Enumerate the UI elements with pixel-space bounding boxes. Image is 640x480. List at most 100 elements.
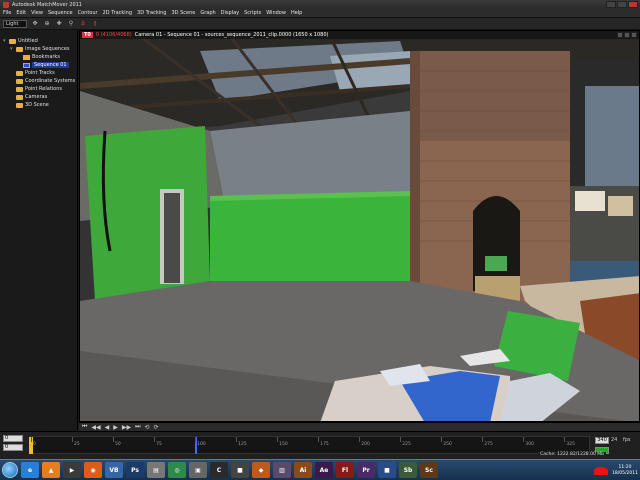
timeline-tick-label: 200 xyxy=(361,442,370,447)
app-grey-icon[interactable]: ▤ xyxy=(147,462,165,478)
zoom-icon[interactable]: ⊕ xyxy=(43,20,51,28)
play-icon[interactable]: ▶ xyxy=(113,424,118,431)
menu-bar: File Edit View Sequence Contour 2D Tracking 3D… xyxy=(0,9,640,18)
app-c4d-icon[interactable]: C xyxy=(210,462,228,478)
vlc-icon[interactable]: ▲ xyxy=(42,462,60,478)
tracker-icon[interactable]: ✚ xyxy=(55,20,63,28)
firefox-icon[interactable]: ◉ xyxy=(84,462,102,478)
menu-item-contour[interactable]: Contour xyxy=(78,10,98,16)
start-button[interactable] xyxy=(2,462,18,478)
timeline-tick xyxy=(359,437,361,442)
menu-item-graph[interactable]: Graph xyxy=(200,10,215,16)
tree-item-point-tracks[interactable]: Point Tracks xyxy=(0,69,77,77)
photoshop-icon[interactable]: Ps xyxy=(126,462,144,478)
menu-item-display[interactable]: Display xyxy=(221,10,239,16)
timeline-tick-label: 100 xyxy=(197,442,206,447)
tree-item-coordinate-systems[interactable]: Coordinate Systems xyxy=(0,77,77,85)
app-monitor-icon[interactable]: ▣ xyxy=(189,462,207,478)
tree-item-label: Coordinate Systems xyxy=(25,78,76,84)
step-back-icon[interactable]: ◀ xyxy=(105,424,110,431)
app-blue-icon[interactable]: ■ xyxy=(378,462,396,478)
app-pr-icon[interactable]: Pr xyxy=(357,462,375,478)
viewport[interactable]: T0 0 (4106/4068) Camera 01 - Sequence 01… xyxy=(79,30,640,422)
tree-item-3d-scene[interactable]: 3D Scene xyxy=(0,101,77,109)
anchor-icon[interactable]: ⚓ xyxy=(79,20,87,28)
move-icon[interactable]: ✥ xyxy=(31,20,39,28)
app-vb-icon[interactable]: VB xyxy=(105,462,123,478)
timeline-tick xyxy=(277,437,279,442)
rewind-icon[interactable]: ◀◀ xyxy=(91,424,100,431)
timeline-tick-label: 50 xyxy=(115,442,121,447)
app-photo-icon[interactable]: ▥ xyxy=(273,462,291,478)
loop-icon[interactable]: ⟲ xyxy=(145,424,150,431)
menu-item-help[interactable]: Help xyxy=(291,10,302,16)
viewport-maximize-button[interactable] xyxy=(624,32,630,38)
fps-label: fps xyxy=(623,437,631,443)
menu-item-file[interactable]: File xyxy=(3,10,11,16)
menu-item-3d-tracking[interactable]: 3D Tracking xyxy=(137,10,166,16)
menu-item-sequence[interactable]: Sequence xyxy=(48,10,73,16)
folder-icon xyxy=(16,86,23,92)
timeline-start-fields: 0 0 xyxy=(3,435,29,455)
end-frame-field[interactable]: 340 xyxy=(595,437,609,444)
app-green-icon[interactable]: ◎ xyxy=(168,462,186,478)
folder-icon xyxy=(16,102,23,108)
folder-icon xyxy=(16,70,23,76)
frame-info: 0 (4106/4068) xyxy=(95,32,132,38)
timeline-tick-label: 175 xyxy=(320,442,329,447)
tree-item-untitled[interactable]: ▾ Untitled xyxy=(0,37,77,45)
tree-item-bookmarks[interactable]: Bookmarks xyxy=(0,53,77,61)
menu-item-3d-scene[interactable]: 3D Scene xyxy=(171,10,195,16)
mode-select[interactable]: Light xyxy=(3,19,27,28)
flash-icon[interactable]: Fl xyxy=(336,462,354,478)
timeline-tick-label: 300 xyxy=(525,442,534,447)
record-icon[interactable] xyxy=(594,466,609,475)
ie-icon[interactable]: e xyxy=(21,462,39,478)
menu-item-view[interactable]: View xyxy=(31,10,43,16)
tree-item-point-relations[interactable]: Point Relations xyxy=(0,85,77,93)
timeline-tick xyxy=(195,437,197,442)
tree-item-image-sequences[interactable]: ▾ Image Sequences xyxy=(0,45,77,53)
tree-item-label: Bookmarks xyxy=(32,54,60,60)
app-orange-icon[interactable]: ◆ xyxy=(252,462,270,478)
bookmark-icon xyxy=(23,54,30,60)
tree-item-sequence-01[interactable]: Sequence 01 xyxy=(0,61,77,69)
minimize-button[interactable] xyxy=(606,1,616,8)
start-frame-field[interactable]: 0 xyxy=(3,435,23,442)
go-to-start-icon[interactable]: ⏮ xyxy=(82,423,87,431)
timeline-track[interactable]: 0 25 50 75 100 125 150 175 200 225 250 275 300 325 xyxy=(29,436,590,454)
viewport-option-button[interactable] xyxy=(617,32,623,38)
illustrator-icon[interactable]: Ai xyxy=(294,462,312,478)
clock-date: 18/05/2011 xyxy=(612,470,638,476)
media-icon[interactable]: ▶ xyxy=(63,462,81,478)
viewport-close-button[interactable] xyxy=(631,32,637,38)
transport-bar: ⏮ ◀◀ ◀ ▶ ▶▶ ⏭ ⟲ ⟳ xyxy=(79,422,640,431)
bounce-icon[interactable]: ⟳ xyxy=(154,424,159,431)
menu-item-2d-tracking[interactable]: 2D Tracking xyxy=(103,10,132,16)
tree-item-label: Point Tracks xyxy=(25,70,55,76)
link-icon[interactable]: ⚲ xyxy=(67,20,75,28)
menu-item-window[interactable]: Window xyxy=(266,10,286,16)
timeline-tick xyxy=(236,437,238,442)
soundbooth-icon[interactable]: Sb xyxy=(399,462,417,478)
menu-item-scripts[interactable]: Scripts xyxy=(244,10,261,16)
app-ae-icon[interactable]: Ae xyxy=(315,462,333,478)
folder-icon xyxy=(9,38,16,44)
tree-item-cameras[interactable]: Cameras xyxy=(0,93,77,101)
close-button[interactable] xyxy=(628,1,638,8)
timeline-tick-label: 275 xyxy=(484,442,493,447)
menu-item-edit[interactable]: Edit xyxy=(16,10,26,16)
folder-icon xyxy=(16,94,23,100)
start-frame-field-2[interactable]: 0 xyxy=(3,444,23,451)
fast-forward-icon[interactable]: ▶▶ xyxy=(122,424,131,431)
app-dark-icon[interactable]: ■ xyxy=(231,462,249,478)
tree-item-label: Untitled xyxy=(18,38,38,44)
clock[interactable]: 11:20 18/05/2011 xyxy=(612,465,638,477)
timeline-tick xyxy=(318,437,320,442)
folder-icon xyxy=(16,46,23,52)
go-to-end-icon[interactable]: ⏭ xyxy=(135,423,140,431)
app-sc-icon[interactable]: Sc xyxy=(420,462,438,478)
key-icon[interactable]: ⚷ xyxy=(91,20,99,28)
maximize-button[interactable] xyxy=(617,1,627,8)
track-badge: T0 xyxy=(82,32,93,38)
